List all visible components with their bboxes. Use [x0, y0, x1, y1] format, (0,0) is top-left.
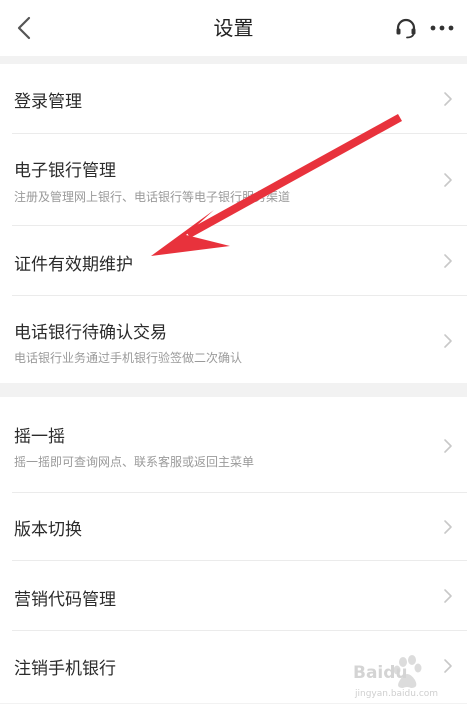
- setting-title: 证件有效期维护: [14, 255, 133, 275]
- chevron-left-icon: [17, 16, 31, 40]
- setting-title: 电子银行管理: [14, 161, 116, 181]
- setting-marketing-code[interactable]: 营销代码管理: [0, 561, 467, 631]
- setting-version-switch[interactable]: 版本切换: [0, 493, 467, 561]
- more-button[interactable]: [426, 12, 458, 44]
- setting-title: 电话银行待确认交易: [14, 323, 167, 343]
- chevron-right-icon: [444, 439, 452, 453]
- chevron-right-icon: [444, 659, 452, 673]
- headset-icon: [396, 18, 416, 39]
- setting-login-management[interactable]: 登录管理: [0, 64, 467, 134]
- back-button[interactable]: [6, 10, 42, 46]
- chevron-right-icon: [444, 173, 452, 187]
- settings-group-account: 登录管理 电子银行管理 注册及管理网上银行、电话银行等电子银行服务渠道 证件有效…: [0, 64, 467, 383]
- chevron-right-icon: [444, 334, 452, 348]
- setting-id-validity[interactable]: 证件有效期维护: [0, 226, 467, 296]
- setting-title: 注销手机银行: [14, 659, 116, 679]
- setting-ebank-management[interactable]: 电子银行管理 注册及管理网上银行、电话银行等电子银行服务渠道: [0, 134, 467, 226]
- more-dots-icon: [430, 25, 454, 31]
- header-bar: 设置: [0, 0, 467, 56]
- setting-title: 登录管理: [14, 92, 82, 112]
- chevron-right-icon: [444, 92, 452, 106]
- setting-deregister[interactable]: 注销手机银行: [0, 631, 467, 703]
- settings-group-general: 摇一摇 摇一摇即可查询网点、联系客服或返回主菜单 版本切换 营销代码管理 注销手…: [0, 397, 467, 703]
- setting-subtitle: 注册及管理网上银行、电话银行等电子银行服务渠道: [14, 190, 291, 204]
- chevron-right-icon: [444, 254, 452, 268]
- setting-title: 摇一摇: [14, 427, 65, 447]
- chevron-right-icon: [444, 520, 452, 534]
- setting-title: 营销代码管理: [14, 590, 116, 610]
- setting-title: 版本切换: [14, 520, 82, 540]
- chevron-right-icon: [444, 589, 452, 603]
- customer-service-button[interactable]: [390, 12, 422, 44]
- setting-shake[interactable]: 摇一摇 摇一摇即可查询网点、联系客服或返回主菜单: [0, 397, 467, 493]
- setting-phone-bank-pending[interactable]: 电话银行待确认交易 电话银行业务通过手机银行验签做二次确认: [0, 296, 467, 383]
- setting-subtitle: 摇一摇即可查询网点、联系客服或返回主菜单: [14, 455, 255, 469]
- setting-subtitle: 电话银行业务通过手机银行验签做二次确认: [14, 351, 243, 365]
